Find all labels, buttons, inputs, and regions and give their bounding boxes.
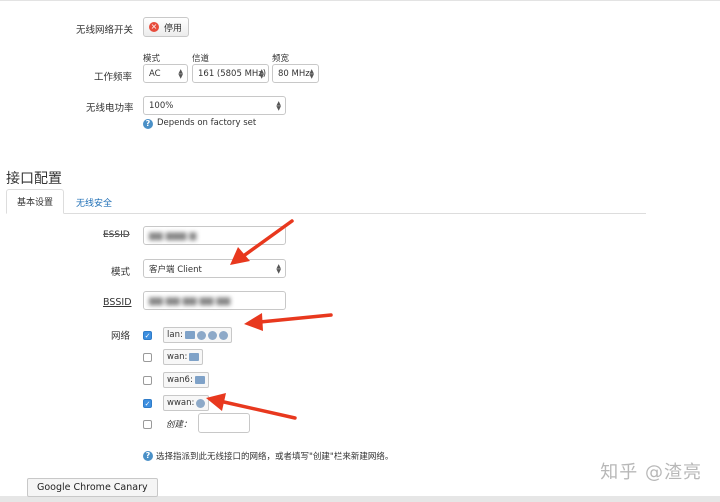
power-select-value: 100% — [149, 100, 174, 111]
wifi-icon — [207, 330, 217, 340]
tab-basic[interactable]: 基本设置 — [6, 189, 64, 214]
network-wan6-label: wan6: — [167, 375, 193, 385]
create-label: 创建： — [166, 420, 192, 430]
bssid-label: BSSID — [103, 297, 132, 308]
frequency-label: 工作频率 — [94, 72, 133, 83]
bssid-value-redacted: ▆▆:▆▆:▆▆:▆▆:▆▆ — [149, 296, 231, 306]
port-icon — [184, 331, 195, 339]
network-checkbox-wan6[interactable] — [143, 376, 152, 385]
width-select-value: 80 MHz — [278, 68, 310, 79]
select-arrows-icon: ▲ ▼ — [259, 67, 264, 80]
wifi-icon — [196, 330, 206, 340]
interface-mode-value: 客户端 Client — [149, 264, 202, 275]
app-tooltip: Google Chrome Canary — [27, 478, 158, 497]
mode-select-value: AC — [149, 68, 161, 79]
channel-header: 信道 — [192, 54, 210, 64]
network-lan: lan: — [163, 327, 232, 343]
interface-mode-label: 模式 — [111, 267, 131, 278]
network-wan-label: wan: — [167, 352, 188, 362]
watermark: 知乎 @渣亮 — [600, 462, 702, 483]
power-help-text: Depends on factory set — [157, 118, 257, 128]
essid-label: ESSID — [103, 230, 130, 238]
network-wwan-label: wwan: — [167, 398, 195, 408]
help-icon: ? — [143, 451, 153, 461]
select-arrows-icon: ▲ ▼ — [309, 67, 314, 80]
power-label: 无线电功率 — [86, 103, 134, 114]
annotation-arrow-1 — [230, 219, 294, 265]
wireless-enable-label: 无线网络开关 — [76, 25, 134, 36]
annotation-arrow-2 — [244, 313, 333, 331]
help-icon: ? — [143, 119, 153, 129]
network-help-text: 选择指派到此无线接口的网络，或者填写"创建"栏来新建网络。 — [156, 452, 394, 462]
width-header: 频宽 — [272, 54, 290, 64]
network-label: 网络 — [111, 331, 131, 342]
network-wan: wan: — [163, 349, 204, 365]
mode-select[interactable]: AC ▲ ▼ — [143, 64, 188, 83]
select-arrows-icon: ▲ ▼ — [276, 99, 281, 112]
essid-value-redacted: ▆▆ ▆▆▆ ▆ — [149, 231, 197, 241]
width-select[interactable]: 80 MHz ▲ ▼ — [272, 64, 319, 83]
wifi-icon — [218, 330, 228, 340]
network-checkbox-lan[interactable] — [143, 331, 152, 340]
port-icon — [194, 376, 205, 384]
channel-select-value: 161 (5805 MHz) — [198, 68, 267, 79]
network-lan-label: lan: — [167, 330, 183, 340]
network-checkbox-wan[interactable] — [143, 353, 152, 362]
disable-button[interactable]: × 停用 — [143, 17, 189, 37]
select-arrows-icon: ▲ ▼ — [178, 67, 183, 80]
top-divider — [0, 0, 720, 1]
section-title: 接口配置 — [6, 171, 62, 187]
disable-button-label: 停用 — [164, 23, 183, 34]
network-checkbox-wwan[interactable] — [143, 399, 152, 408]
annotation-arrow-3 — [206, 393, 297, 420]
channel-select[interactable]: 161 (5805 MHz) ▲ ▼ — [192, 64, 269, 83]
power-select[interactable]: 100% ▲ ▼ — [143, 96, 286, 115]
network-checkbox-create[interactable] — [143, 420, 152, 429]
tabs-divider — [6, 213, 646, 214]
network-wan6: wan6: — [163, 372, 209, 388]
mode-header: 模式 — [143, 54, 161, 64]
port-icon — [189, 353, 200, 361]
tab-security[interactable]: 无线安全 — [76, 196, 112, 209]
close-icon: × — [149, 22, 159, 32]
